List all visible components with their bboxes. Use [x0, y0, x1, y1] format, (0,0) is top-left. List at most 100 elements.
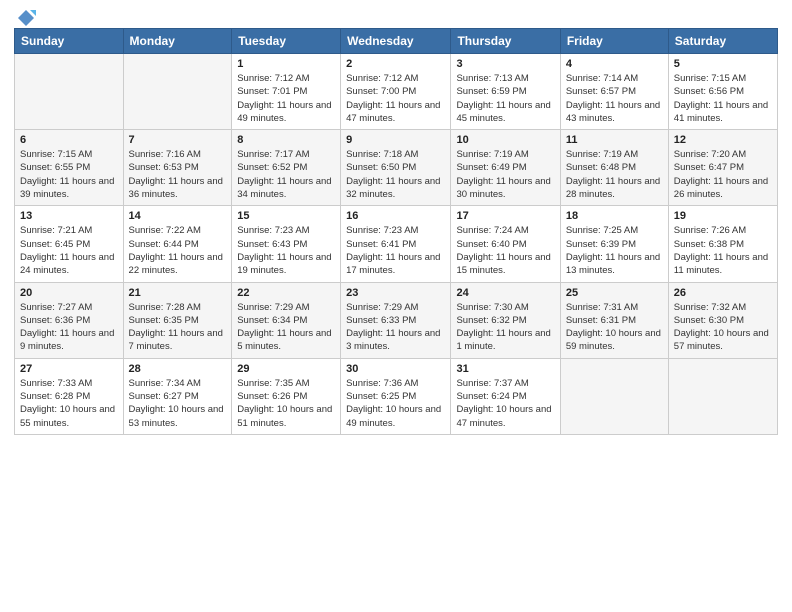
day-info: Sunrise: 7:15 AM Sunset: 6:55 PM Dayligh…: [20, 148, 118, 201]
weekday-header-sunday: Sunday: [15, 29, 124, 54]
day-number: 6: [20, 134, 118, 146]
day-info: Sunrise: 7:26 AM Sunset: 6:38 PM Dayligh…: [674, 224, 772, 277]
calendar-cell: 21 Sunrise: 7:28 AM Sunset: 6:35 PM Dayli…: [123, 282, 232, 358]
day-number: 20: [20, 287, 118, 299]
weekday-header-wednesday: Wednesday: [341, 29, 451, 54]
day-number: 29: [237, 363, 335, 375]
day-info: Sunrise: 7:23 AM Sunset: 6:43 PM Dayligh…: [237, 224, 335, 277]
day-number: 25: [566, 287, 663, 299]
day-number: 4: [566, 58, 663, 70]
day-number: 8: [237, 134, 335, 146]
day-number: 21: [129, 287, 227, 299]
calendar-cell: 17 Sunrise: 7:24 AM Sunset: 6:40 PM Dayli…: [451, 206, 560, 282]
calendar-body: 1Sunrise: 7:12 AM Sunset: 7:01 PM Daylig…: [15, 54, 778, 435]
page-container: SundayMondayTuesdayWednesdayThursdayFrid…: [0, 0, 792, 441]
weekday-header-saturday: Saturday: [668, 29, 777, 54]
calendar-cell: 27 Sunrise: 7:33 AM Sunset: 6:28 PM Dayli…: [15, 358, 124, 434]
calendar-cell: 3Sunrise: 7:13 AM Sunset: 6:59 PM Daylig…: [451, 54, 560, 130]
day-number: 17: [456, 210, 554, 222]
weekday-header-tuesday: Tuesday: [232, 29, 341, 54]
calendar-header: SundayMondayTuesdayWednesdayThursdayFrid…: [15, 29, 778, 54]
calendar-cell: 9 Sunrise: 7:18 AM Sunset: 6:50 PM Daylig…: [341, 130, 451, 206]
day-number: 16: [346, 210, 445, 222]
day-info: Sunrise: 7:19 AM Sunset: 6:49 PM Dayligh…: [456, 148, 554, 201]
day-number: 12: [674, 134, 772, 146]
calendar-cell: 2Sunrise: 7:12 AM Sunset: 7:00 PM Daylig…: [341, 54, 451, 130]
day-info: Sunrise: 7:37 AM Sunset: 6:24 PM Dayligh…: [456, 377, 554, 430]
day-number: 28: [129, 363, 227, 375]
day-info: Sunrise: 7:30 AM Sunset: 6:32 PM Dayligh…: [456, 301, 554, 354]
day-number: 24: [456, 287, 554, 299]
calendar-cell: 20 Sunrise: 7:27 AM Sunset: 6:36 PM Dayli…: [15, 282, 124, 358]
day-info: Sunrise: 7:25 AM Sunset: 6:39 PM Dayligh…: [566, 224, 663, 277]
weekday-header-friday: Friday: [560, 29, 668, 54]
day-info: Sunrise: 7:14 AM Sunset: 6:57 PM Dayligh…: [566, 72, 663, 125]
weekday-header-thursday: Thursday: [451, 29, 560, 54]
day-info: Sunrise: 7:15 AM Sunset: 6:56 PM Dayligh…: [674, 72, 772, 125]
day-info: Sunrise: 7:19 AM Sunset: 6:48 PM Dayligh…: [566, 148, 663, 201]
weekday-header-row: SundayMondayTuesdayWednesdayThursdayFrid…: [15, 29, 778, 54]
calendar-week-4: 20 Sunrise: 7:27 AM Sunset: 6:36 PM Dayli…: [15, 282, 778, 358]
day-number: 23: [346, 287, 445, 299]
day-number: 19: [674, 210, 772, 222]
calendar-cell: 14 Sunrise: 7:22 AM Sunset: 6:44 PM Dayli…: [123, 206, 232, 282]
calendar-cell: [668, 358, 777, 434]
calendar-cell: 5Sunrise: 7:15 AM Sunset: 6:56 PM Daylig…: [668, 54, 777, 130]
calendar-cell: 15 Sunrise: 7:23 AM Sunset: 6:43 PM Dayli…: [232, 206, 341, 282]
calendar-cell: [15, 54, 124, 130]
day-info: Sunrise: 7:18 AM Sunset: 6:50 PM Dayligh…: [346, 148, 445, 201]
calendar-cell: 23Sunrise: 7:29 AM Sunset: 6:33 PM Dayli…: [341, 282, 451, 358]
day-info: Sunrise: 7:34 AM Sunset: 6:27 PM Dayligh…: [129, 377, 227, 430]
calendar-cell: 26Sunrise: 7:32 AM Sunset: 6:30 PM Dayli…: [668, 282, 777, 358]
calendar-cell: 28 Sunrise: 7:34 AM Sunset: 6:27 PM Dayli…: [123, 358, 232, 434]
calendar-cell: 7 Sunrise: 7:16 AM Sunset: 6:53 PM Daylig…: [123, 130, 232, 206]
weekday-header-monday: Monday: [123, 29, 232, 54]
calendar-cell: [560, 358, 668, 434]
calendar-cell: 31Sunrise: 7:37 AM Sunset: 6:24 PM Dayli…: [451, 358, 560, 434]
day-number: 15: [237, 210, 335, 222]
day-info: Sunrise: 7:33 AM Sunset: 6:28 PM Dayligh…: [20, 377, 118, 430]
calendar-cell: 6 Sunrise: 7:15 AM Sunset: 6:55 PM Daylig…: [15, 130, 124, 206]
day-info: Sunrise: 7:16 AM Sunset: 6:53 PM Dayligh…: [129, 148, 227, 201]
day-info: Sunrise: 7:12 AM Sunset: 7:00 PM Dayligh…: [346, 72, 445, 125]
day-number: 14: [129, 210, 227, 222]
calendar-cell: 10 Sunrise: 7:19 AM Sunset: 6:49 PM Dayli…: [451, 130, 560, 206]
calendar-cell: 8 Sunrise: 7:17 AM Sunset: 6:52 PM Daylig…: [232, 130, 341, 206]
calendar-cell: 22Sunrise: 7:29 AM Sunset: 6:34 PM Dayli…: [232, 282, 341, 358]
day-info: Sunrise: 7:36 AM Sunset: 6:25 PM Dayligh…: [346, 377, 445, 430]
day-info: Sunrise: 7:35 AM Sunset: 6:26 PM Dayligh…: [237, 377, 335, 430]
day-number: 7: [129, 134, 227, 146]
calendar-cell: 30 Sunrise: 7:36 AM Sunset: 6:25 PM Dayli…: [341, 358, 451, 434]
calendar-cell: 19 Sunrise: 7:26 AM Sunset: 6:38 PM Dayli…: [668, 206, 777, 282]
day-info: Sunrise: 7:24 AM Sunset: 6:40 PM Dayligh…: [456, 224, 554, 277]
logo-icon: [16, 8, 36, 28]
day-info: Sunrise: 7:21 AM Sunset: 6:45 PM Dayligh…: [20, 224, 118, 277]
calendar-cell: 12 Sunrise: 7:20 AM Sunset: 6:47 PM Dayli…: [668, 130, 777, 206]
calendar-week-5: 27 Sunrise: 7:33 AM Sunset: 6:28 PM Dayli…: [15, 358, 778, 434]
day-info: Sunrise: 7:27 AM Sunset: 6:36 PM Dayligh…: [20, 301, 118, 354]
day-number: 30: [346, 363, 445, 375]
calendar-cell: 29 Sunrise: 7:35 AM Sunset: 6:26 PM Dayli…: [232, 358, 341, 434]
day-number: 11: [566, 134, 663, 146]
calendar-cell: 18 Sunrise: 7:25 AM Sunset: 6:39 PM Dayli…: [560, 206, 668, 282]
calendar-cell: 24 Sunrise: 7:30 AM Sunset: 6:32 PM Dayli…: [451, 282, 560, 358]
day-info: Sunrise: 7:17 AM Sunset: 6:52 PM Dayligh…: [237, 148, 335, 201]
calendar-cell: 13Sunrise: 7:21 AM Sunset: 6:45 PM Dayli…: [15, 206, 124, 282]
calendar-week-3: 13Sunrise: 7:21 AM Sunset: 6:45 PM Dayli…: [15, 206, 778, 282]
day-info: Sunrise: 7:31 AM Sunset: 6:31 PM Dayligh…: [566, 301, 663, 354]
day-info: Sunrise: 7:28 AM Sunset: 6:35 PM Dayligh…: [129, 301, 227, 354]
day-info: Sunrise: 7:20 AM Sunset: 6:47 PM Dayligh…: [674, 148, 772, 201]
day-number: 27: [20, 363, 118, 375]
calendar-cell: 4 Sunrise: 7:14 AM Sunset: 6:57 PM Daylig…: [560, 54, 668, 130]
calendar-cell: [123, 54, 232, 130]
calendar-week-2: 6 Sunrise: 7:15 AM Sunset: 6:55 PM Daylig…: [15, 130, 778, 206]
day-number: 18: [566, 210, 663, 222]
logo: [14, 10, 36, 24]
day-info: Sunrise: 7:23 AM Sunset: 6:41 PM Dayligh…: [346, 224, 445, 277]
day-number: 9: [346, 134, 445, 146]
calendar-cell: 1Sunrise: 7:12 AM Sunset: 7:01 PM Daylig…: [232, 54, 341, 130]
day-info: Sunrise: 7:22 AM Sunset: 6:44 PM Dayligh…: [129, 224, 227, 277]
day-number: 10: [456, 134, 554, 146]
day-info: Sunrise: 7:13 AM Sunset: 6:59 PM Dayligh…: [456, 72, 554, 125]
day-info: Sunrise: 7:12 AM Sunset: 7:01 PM Dayligh…: [237, 72, 335, 125]
